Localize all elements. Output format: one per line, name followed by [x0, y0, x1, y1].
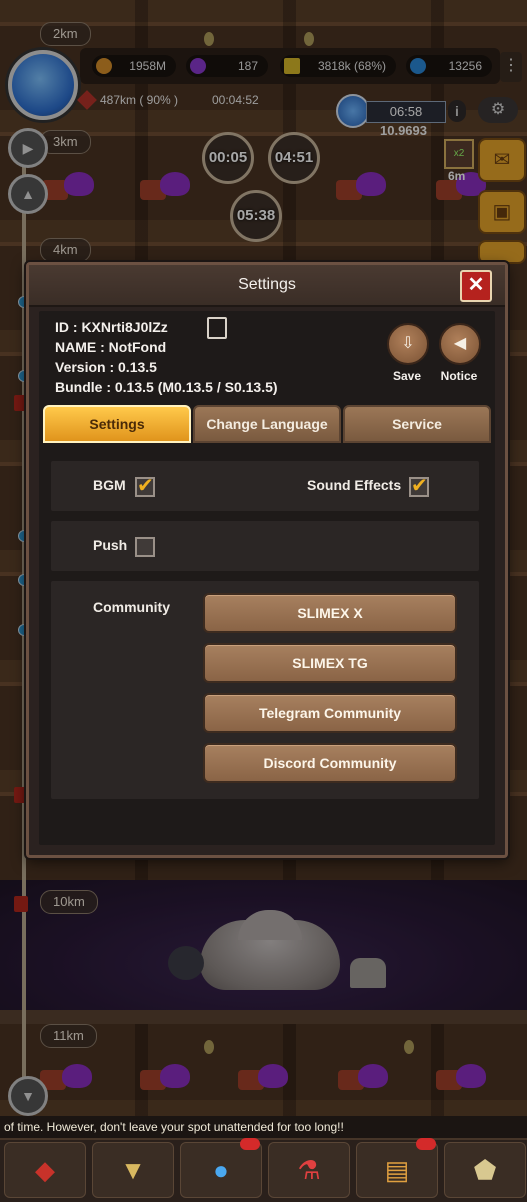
- slimex-tg-button[interactable]: SLIMEX TG: [203, 643, 457, 683]
- user-id: ID : KXNrti8J0lZz: [55, 319, 168, 335]
- tab-settings[interactable]: Settings: [43, 405, 191, 443]
- sound-effects-label: Sound Effects: [307, 477, 402, 493]
- quest-icon: ▤: [384, 1155, 410, 1185]
- notification-badge: [240, 1138, 260, 1150]
- sound-options-panel: BGM Sound Effects: [51, 461, 479, 511]
- slimex-x-button[interactable]: SLIMEX X: [203, 593, 457, 633]
- slime-icon: ●: [213, 1155, 229, 1185]
- save-icon: ⇩: [401, 335, 415, 352]
- nav-slime[interactable]: ●: [180, 1142, 262, 1198]
- push-options-panel: Push: [51, 521, 479, 571]
- nav-ore[interactable]: ◆: [4, 1142, 86, 1198]
- push-label: Push: [93, 537, 128, 553]
- settings-dialog: Settings ✕ ID : KXNrti8J0lZz NAME : NotF…: [26, 262, 508, 858]
- dialog-body: ID : KXNrti8J0lZz NAME : NotFond Version…: [39, 311, 495, 845]
- rank-icon: ⬟: [473, 1155, 497, 1185]
- nav-potion[interactable]: ⚗: [268, 1142, 350, 1198]
- drill-icon: ▼: [120, 1155, 146, 1185]
- notification-badge: [416, 1138, 436, 1150]
- bundle-version: Bundle : 0.13.5 (M0.13.5 / S0.13.5): [55, 379, 278, 395]
- notice-label: Notice: [440, 369, 478, 383]
- push-checkbox[interactable]: [135, 537, 155, 557]
- dialog-title: Settings: [238, 276, 296, 293]
- tab-service[interactable]: Service: [343, 405, 491, 443]
- ore-icon: ◆: [35, 1155, 55, 1185]
- bgm-checkbox[interactable]: [135, 473, 155, 498]
- notice-button[interactable]: ◀: [439, 323, 481, 365]
- close-button[interactable]: ✕: [460, 270, 492, 302]
- nav-rank[interactable]: ⬟: [444, 1142, 526, 1198]
- bgm-label: BGM: [93, 477, 126, 493]
- community-label: Community: [93, 599, 170, 615]
- save-label: Save: [392, 369, 422, 383]
- discord-community-button[interactable]: Discord Community: [203, 743, 457, 783]
- app-version: Version : 0.13.5: [55, 359, 157, 375]
- dialog-header: Settings ✕: [29, 265, 505, 307]
- nav-drill[interactable]: ▼: [92, 1142, 174, 1198]
- potion-icon: ⚗: [297, 1155, 321, 1185]
- news-ticker: of time. However, don't leave your spot …: [0, 1116, 527, 1138]
- save-button[interactable]: ⇩: [387, 323, 429, 365]
- megaphone-icon: ◀: [453, 335, 467, 352]
- nav-quest[interactable]: ▤: [356, 1142, 438, 1198]
- community-panel: Community SLIMEX X SLIMEX TG Telegram Co…: [51, 581, 479, 799]
- copy-icon[interactable]: [207, 317, 227, 339]
- user-name: NAME : NotFond: [55, 339, 167, 355]
- telegram-community-button[interactable]: Telegram Community: [203, 693, 457, 733]
- sound-effects-checkbox[interactable]: [409, 473, 429, 498]
- tab-change-language[interactable]: Change Language: [193, 405, 341, 443]
